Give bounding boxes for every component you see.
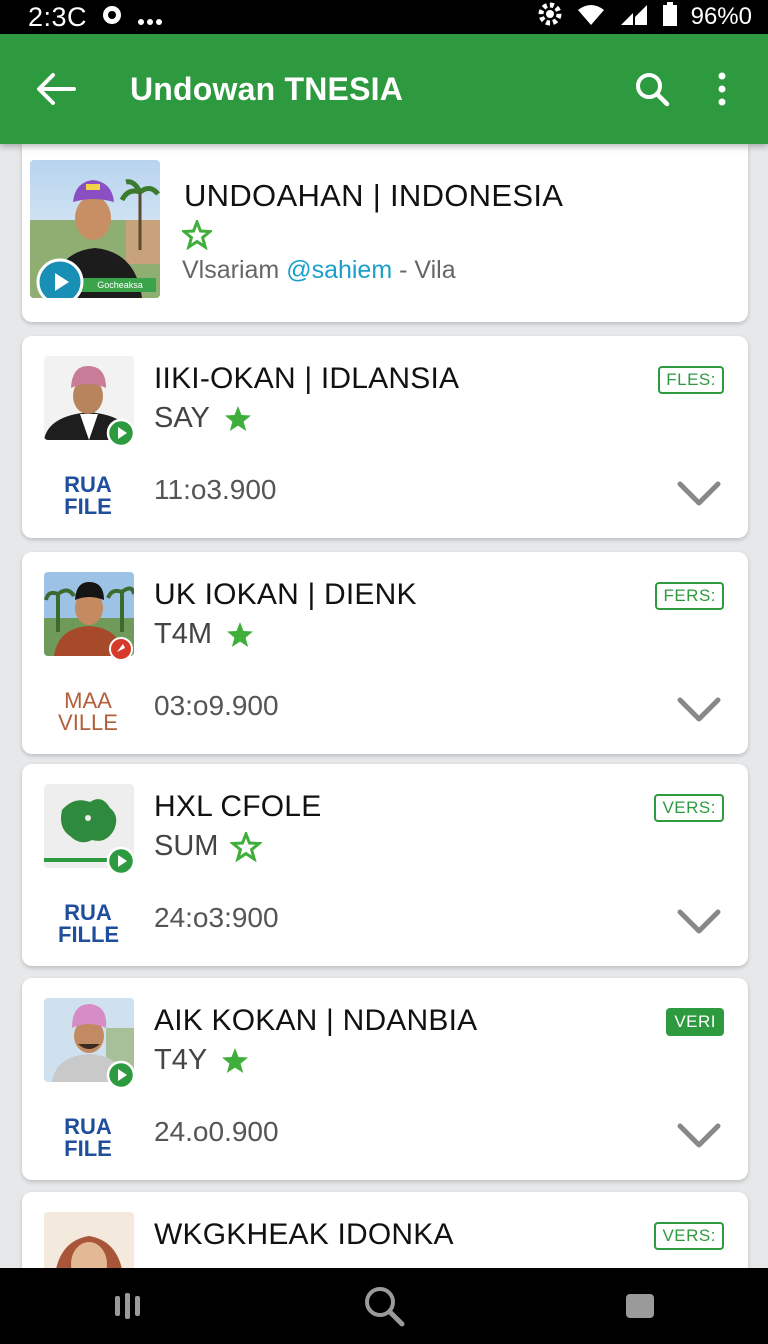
play-icon xyxy=(36,258,84,298)
star-icon xyxy=(222,1047,249,1073)
chevron-down-icon xyxy=(677,1123,721,1148)
item-code-row: SUM xyxy=(154,830,263,863)
item-code-row: T4Y xyxy=(154,1044,251,1077)
signal-icon xyxy=(619,2,649,33)
item-title: WKGKHEAK IDONKA xyxy=(154,1218,454,1251)
item-time: 03:o9.900 xyxy=(154,690,279,721)
chevron-down-icon xyxy=(677,697,721,722)
app-bar: Undowan TNESIA xyxy=(0,34,768,144)
thumb-caption: Gocheaksa xyxy=(97,280,143,290)
profile-handle-link[interactable]: @sahiem xyxy=(286,256,392,284)
play-button[interactable] xyxy=(106,418,136,453)
home-button[interactable] xyxy=(610,1276,670,1336)
status-time: 2:3C xyxy=(28,1,88,32)
search-button[interactable] xyxy=(624,61,680,117)
item-code: T4Y xyxy=(154,1044,208,1076)
star-icon xyxy=(180,217,214,255)
header-title: UNDOAHAN | INDONESIA xyxy=(184,178,564,213)
logo-line-1: RUA xyxy=(64,900,112,925)
status-bar: 2:3C 96%0 xyxy=(0,0,768,34)
file-logo: RUA FILE xyxy=(58,1116,118,1160)
version-badge: FERS: xyxy=(655,582,724,610)
item-time: 24:o3:900 xyxy=(154,902,279,933)
item-title: AIK KOKAN | NDANBIA xyxy=(154,1004,478,1037)
logo-line-2: FILLE xyxy=(58,922,120,947)
logo-line-2: FILE xyxy=(64,494,112,519)
item-time: 11:o3.900 xyxy=(154,474,277,505)
logo-line-1: RUA xyxy=(64,472,112,497)
item-code: SUM xyxy=(154,830,219,862)
search-icon xyxy=(365,1287,405,1327)
profile-thumbnail[interactable]: Gocheaksa xyxy=(30,160,160,298)
back-button[interactable] xyxy=(28,61,84,117)
expand-button[interactable] xyxy=(676,906,722,941)
header-subtitle: Vlsariam @sahiem - Vila xyxy=(182,256,456,285)
play-button[interactable] xyxy=(36,258,84,298)
item-title: UK IOKAN | DIENK xyxy=(154,578,417,611)
file-logo: RUA FILE xyxy=(58,474,118,518)
file-logo: MAA VILLE xyxy=(58,690,118,734)
battery-icon xyxy=(662,1,677,33)
logo-line-2: FILE xyxy=(64,1136,112,1161)
search-icon xyxy=(636,73,670,107)
subtitle-prefix: Vlsariam xyxy=(182,256,287,284)
star-icon xyxy=(227,621,253,647)
play-icon xyxy=(106,418,136,448)
item-code: T4M xyxy=(154,618,212,650)
play-button[interactable] xyxy=(106,1060,136,1095)
record-icon xyxy=(109,637,133,661)
wifi-icon xyxy=(577,2,605,33)
back-arrow-icon xyxy=(37,73,76,105)
chevron-down-icon xyxy=(677,909,721,934)
list-item[interactable]: HXL CFOLE SUM RUA FILLE 24:o3:900 VERS: xyxy=(22,764,748,966)
version-badge: FLES: xyxy=(658,366,724,394)
expand-button[interactable] xyxy=(676,694,722,729)
expand-button[interactable] xyxy=(676,1120,722,1155)
file-logo: RUA FILLE xyxy=(58,900,120,947)
subtitle-suffix: - Vila xyxy=(392,256,456,284)
item-time: 24.o0.900 xyxy=(154,1116,279,1147)
version-badge: VERI xyxy=(666,1008,724,1036)
star-icon xyxy=(224,405,251,431)
play-button[interactable] xyxy=(106,846,136,881)
star-icon xyxy=(230,831,263,862)
list-item[interactable]: UK IOKAN | DIENK T4M MAA VILLE 03:o9.900… xyxy=(22,552,748,754)
home-square-icon xyxy=(626,1294,654,1318)
more-vert-icon xyxy=(718,72,726,106)
battery-percent: 96%0 xyxy=(690,3,752,30)
more-dots-icon xyxy=(137,2,163,33)
recent-apps-button[interactable] xyxy=(98,1276,158,1336)
version-badge: VERS: xyxy=(654,1222,724,1250)
system-nav-bar xyxy=(0,1268,768,1344)
version-badge: VERS: xyxy=(654,794,724,822)
item-code-row: SAY xyxy=(154,402,254,435)
play-icon xyxy=(106,1060,136,1090)
chevron-down-icon xyxy=(677,481,721,506)
recording-badge xyxy=(108,636,134,667)
page-title: Undowan TNESIA xyxy=(130,70,404,107)
profile-header-card[interactable]: Gocheaksa UNDOAHAN | INDONESIA Vlsariam … xyxy=(22,144,748,322)
recent-apps-icon xyxy=(115,1293,140,1319)
item-title: IIKI-OKAN | IDLANSIA xyxy=(154,362,460,395)
logo-line-1: RUA xyxy=(64,1114,112,1139)
play-icon xyxy=(106,846,136,876)
item-title: HXL CFOLE xyxy=(154,790,322,823)
nav-search-button[interactable] xyxy=(354,1276,414,1336)
whatsapp-icon xyxy=(101,2,123,33)
logo-line-1: MAA xyxy=(64,688,112,713)
settings-gear-icon xyxy=(537,1,563,34)
list-item[interactable]: AIK KOKAN | NDANBIA T4Y RUA FILE 24.o0.9… xyxy=(22,978,748,1180)
expand-button[interactable] xyxy=(676,478,722,513)
item-code-row: T4M xyxy=(154,618,256,651)
list-item[interactable]: IIKI-OKAN | IDLANSIA SAY RUA FILE 11:o3.… xyxy=(22,336,748,538)
item-code: SAY xyxy=(154,402,210,434)
overflow-menu-button[interactable] xyxy=(702,61,742,117)
logo-line-2: VILLE xyxy=(58,710,118,735)
